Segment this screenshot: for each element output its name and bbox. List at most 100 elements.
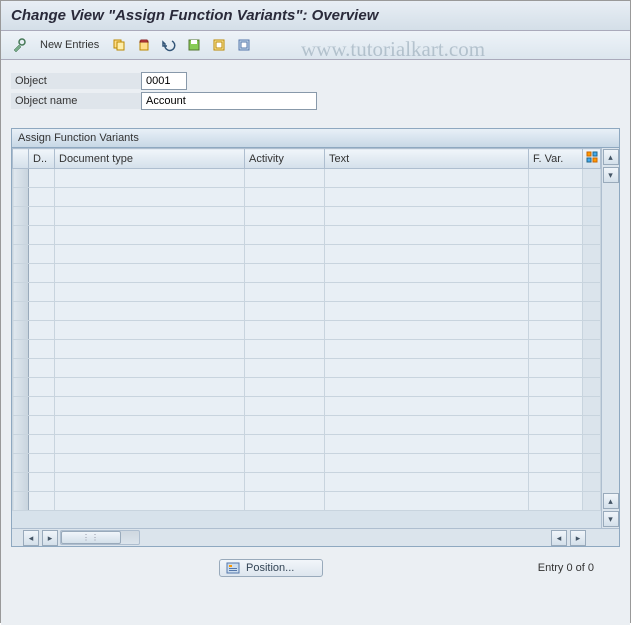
table-cell[interactable]	[529, 454, 583, 473]
table-cell[interactable]	[55, 435, 245, 454]
table-cell[interactable]	[245, 454, 325, 473]
table-cell[interactable]	[529, 416, 583, 435]
table-cell[interactable]	[29, 226, 55, 245]
table-cell[interactable]	[529, 340, 583, 359]
table-cell[interactable]	[325, 169, 529, 188]
scroll-down-step-icon[interactable]: ▾	[603, 167, 619, 183]
table-cell[interactable]	[29, 397, 55, 416]
row-selector[interactable]	[13, 264, 29, 283]
row-selector[interactable]	[13, 359, 29, 378]
table-cell[interactable]	[583, 226, 601, 245]
table-cell[interactable]	[29, 378, 55, 397]
table-cell[interactable]	[583, 188, 601, 207]
hscroll-left-icon[interactable]: ◂	[23, 530, 39, 546]
table-cell[interactable]	[55, 264, 245, 283]
row-selector[interactable]	[13, 302, 29, 321]
row-selector[interactable]	[13, 207, 29, 226]
table-cell[interactable]	[245, 283, 325, 302]
table-cell[interactable]	[55, 473, 245, 492]
position-button[interactable]: Position...	[219, 559, 323, 577]
col-d[interactable]: D..	[29, 149, 55, 169]
table-cell[interactable]	[583, 416, 601, 435]
table-cell[interactable]	[55, 207, 245, 226]
row-selector[interactable]	[13, 492, 29, 511]
table-cell[interactable]	[29, 340, 55, 359]
table-cell[interactable]	[583, 302, 601, 321]
wrench-icon[interactable]	[9, 35, 31, 55]
table-cell[interactable]	[245, 245, 325, 264]
table-cell[interactable]	[325, 397, 529, 416]
table-cell[interactable]	[245, 264, 325, 283]
hscroll-right-icon[interactable]: ▸	[570, 530, 586, 546]
table-cell[interactable]	[55, 245, 245, 264]
table-cell[interactable]	[529, 492, 583, 511]
table-cell[interactable]	[245, 188, 325, 207]
table-cell[interactable]	[55, 454, 245, 473]
hscroll-thumb[interactable]: ⋮⋮	[61, 531, 121, 544]
row-selector[interactable]	[13, 188, 29, 207]
table-cell[interactable]	[325, 226, 529, 245]
col-fvar[interactable]: F. Var.	[529, 149, 583, 169]
table-cell[interactable]	[245, 302, 325, 321]
table-cell[interactable]	[55, 359, 245, 378]
table-cell[interactable]	[583, 378, 601, 397]
table-cell[interactable]	[325, 245, 529, 264]
table-cell[interactable]	[55, 397, 245, 416]
table-cell[interactable]	[583, 321, 601, 340]
table-cell[interactable]	[245, 226, 325, 245]
table-cell[interactable]	[529, 169, 583, 188]
table-cell[interactable]	[55, 302, 245, 321]
undo-icon[interactable]	[158, 35, 180, 55]
table-cell[interactable]	[583, 454, 601, 473]
table-cell[interactable]	[325, 264, 529, 283]
table-cell[interactable]	[325, 473, 529, 492]
table-cell[interactable]	[529, 283, 583, 302]
table-cell[interactable]	[583, 283, 601, 302]
table-cell[interactable]	[29, 321, 55, 340]
table-cell[interactable]	[325, 359, 529, 378]
table-cell[interactable]	[245, 416, 325, 435]
table-cell[interactable]	[529, 188, 583, 207]
row-selector[interactable]	[13, 473, 29, 492]
table-cell[interactable]	[583, 473, 601, 492]
horizontal-scrollbar[interactable]: ◂ ▸ ⋮⋮ ◂ ▸	[12, 528, 619, 546]
table-cell[interactable]	[583, 492, 601, 511]
table-cell[interactable]	[55, 416, 245, 435]
table-cell[interactable]	[325, 302, 529, 321]
row-selector[interactable]	[13, 435, 29, 454]
table-cell[interactable]	[55, 283, 245, 302]
table-cell[interactable]	[29, 435, 55, 454]
table-cell[interactable]	[29, 359, 55, 378]
table-cell[interactable]	[245, 321, 325, 340]
table-cell[interactable]	[583, 397, 601, 416]
table-cell[interactable]	[529, 302, 583, 321]
table-cell[interactable]	[325, 283, 529, 302]
table-cell[interactable]	[245, 378, 325, 397]
table-cell[interactable]	[325, 378, 529, 397]
hscroll-track[interactable]: ⋮⋮	[60, 530, 140, 545]
row-selector[interactable]	[13, 321, 29, 340]
row-selector[interactable]	[13, 226, 29, 245]
table-cell[interactable]	[325, 492, 529, 511]
table-cell[interactable]	[583, 264, 601, 283]
table-cell[interactable]	[583, 359, 601, 378]
table-cell[interactable]	[55, 340, 245, 359]
copy-icon[interactable]	[108, 35, 130, 55]
table-cell[interactable]	[583, 169, 601, 188]
table-cell[interactable]	[245, 169, 325, 188]
scroll-up-icon[interactable]: ▴	[603, 149, 619, 165]
col-text[interactable]: Text	[325, 149, 529, 169]
row-selector[interactable]	[13, 245, 29, 264]
table-cell[interactable]	[529, 397, 583, 416]
table-cell[interactable]	[529, 473, 583, 492]
table-cell[interactable]	[29, 416, 55, 435]
table-cell[interactable]	[55, 321, 245, 340]
table-cell[interactable]	[29, 283, 55, 302]
save-icon[interactable]	[183, 35, 205, 55]
new-entries-button[interactable]: New Entries	[34, 37, 105, 53]
table-cell[interactable]	[583, 340, 601, 359]
hscroll-left-step-icon[interactable]: ◂	[551, 530, 567, 546]
col-doc-type[interactable]: Document type	[55, 149, 245, 169]
table-cell[interactable]	[325, 435, 529, 454]
table-cell[interactable]	[55, 169, 245, 188]
